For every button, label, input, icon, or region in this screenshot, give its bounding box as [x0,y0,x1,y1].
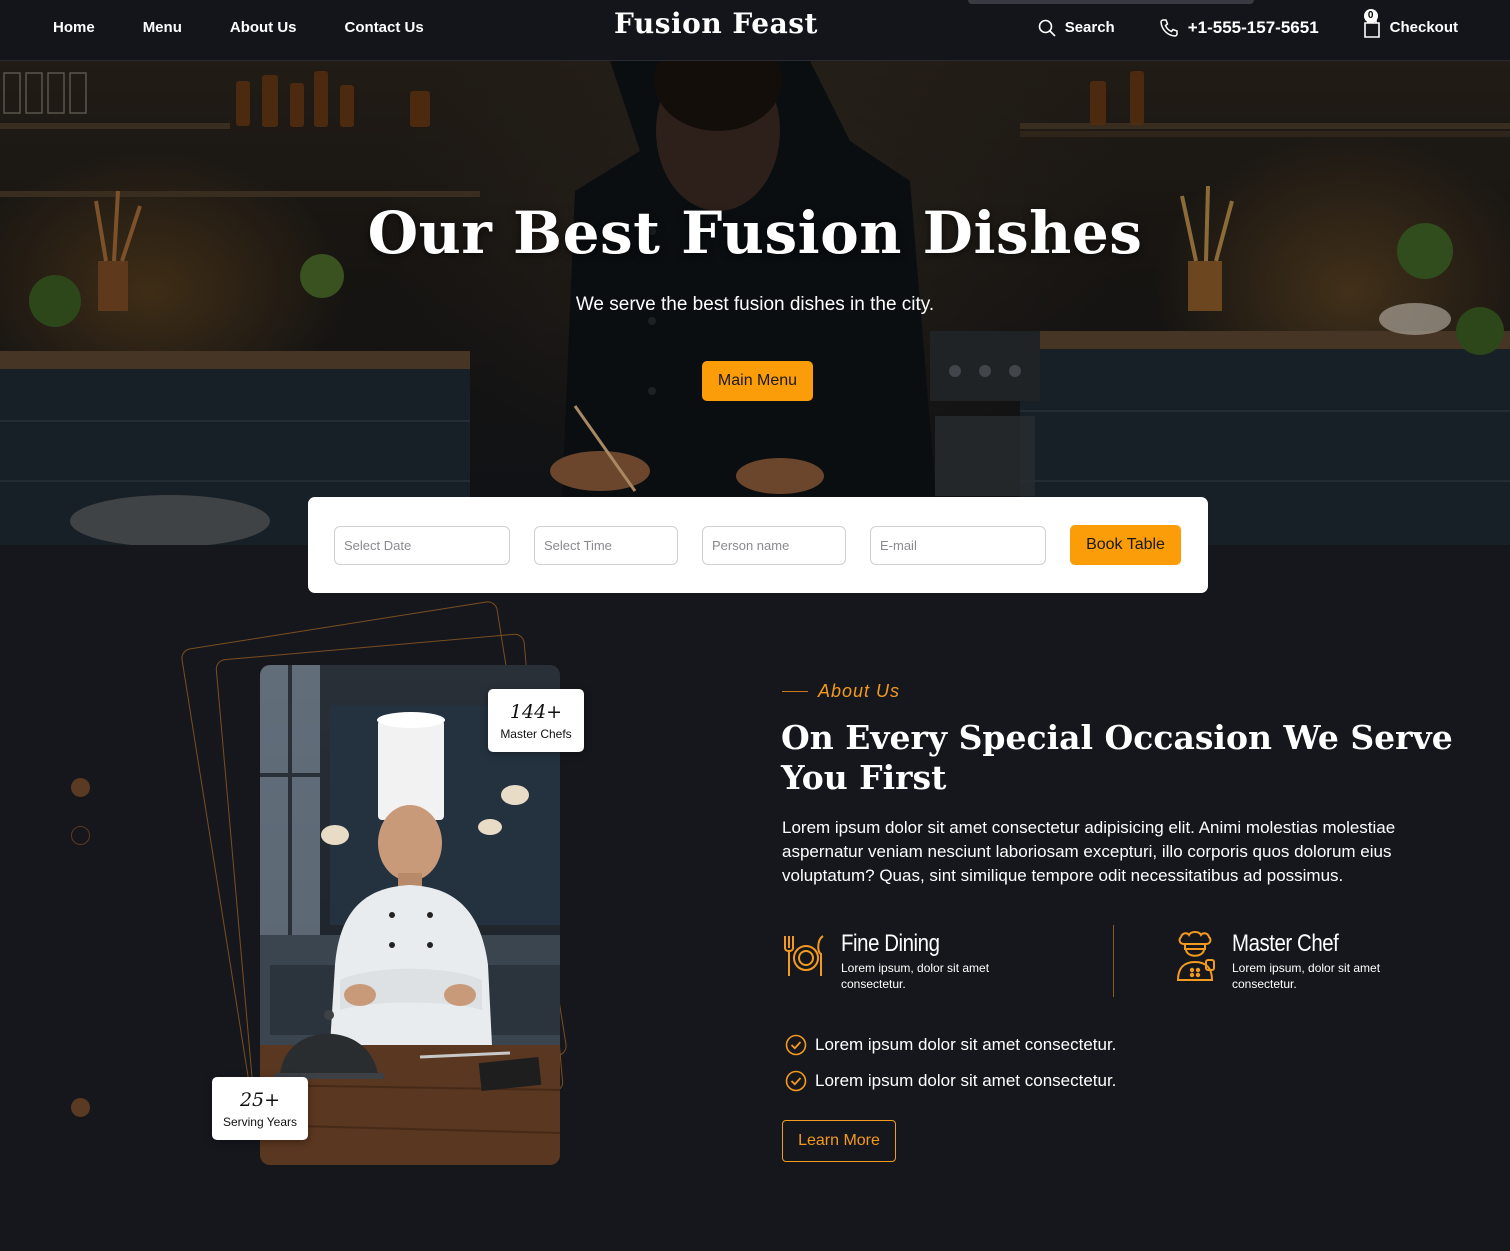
checkout-button[interactable]: 0 Checkout [1363,8,1458,39]
feature-divider [1113,925,1114,997]
checklist-text: Lorem ipsum dolor sit amet consectetur. [815,1071,1117,1090]
brand-logo[interactable]: Fusion Feast [614,7,818,40]
hero-subtitle: We serve the best fusion dishes in the c… [575,294,935,315]
person-name-field[interactable] [702,526,846,565]
about-title: On Every Special Occasion We Serve You F… [781,718,1453,797]
decor-dot-filled-bottom [71,1098,90,1117]
dining-plate-icon [784,935,824,976]
main-menu-button[interactable]: Main Menu [702,361,813,401]
nav-home[interactable]: Home [53,19,95,36]
check-circle-icon [785,1034,807,1056]
master-chefs-label: Master Chefs [500,727,572,741]
book-table-button[interactable]: Book Table [1070,525,1181,565]
decor-dot-outline [71,826,90,845]
chef-icon [1176,931,1215,981]
serving-years-stat-card: 25+ Serving Years [212,1077,308,1140]
nav-menu[interactable]: Menu [143,19,182,36]
master-chefs-stat-card: 144+ Master Chefs [488,689,584,752]
hero-section: Our Best Fusion Dishes We serve the best… [0,61,1510,545]
checklist-item: Lorem ipsum dolor sit amet consectetur. [785,1034,1116,1056]
check-circle-icon [785,1070,807,1092]
search-button[interactable]: Search [1038,19,1115,37]
feature-master-chef-text: Master Chef Lorem ipsum, dolor sit amet … [1232,930,1422,992]
feature-fine-dining-desc: Lorem ipsum, dolor sit amet consectetur. [841,961,990,991]
cart-count-badge: 0 [1363,8,1378,23]
nav-contact-us[interactable]: Contact Us [345,19,424,36]
hero-title: Our Best Fusion Dishes [367,199,1143,267]
email-field[interactable] [870,526,1046,565]
decor-dot-filled [71,778,90,797]
header-actions: Search +1-555-157-5651 0 Checkout [1038,0,1458,55]
main-nav: Home Menu About Us Contact Us [53,0,424,55]
checklist-item: Lorem ipsum dolor sit amet consectetur. [785,1070,1116,1092]
feature-fine-dining-title: Fine Dining [841,930,940,957]
checkout-label: Checkout [1389,19,1458,36]
master-chefs-value: 144+ [509,701,563,723]
phone-number: +1-555-157-5651 [1187,17,1319,37]
about-eyebrow: About Us [782,681,900,702]
phone-icon [1159,18,1178,37]
phone-link[interactable]: +1-555-157-5651 [1159,18,1319,38]
date-field[interactable] [334,526,510,565]
booking-form: Book Table [308,497,1208,593]
time-field[interactable] [534,526,678,565]
checklist-text: Lorem ipsum dolor sit amet consectetur. [815,1035,1117,1054]
feature-fine-dining: Fine Dining Lorem ipsum, dolor sit amet … [781,930,1031,992]
about-body: Lorem ipsum dolor sit amet consectetur a… [782,818,1396,885]
feature-master-chef-title: Master Chef [1232,930,1339,957]
eyebrow-line [782,691,808,692]
learn-more-button[interactable]: Learn More [782,1120,896,1162]
serving-years-label: Serving Years [222,1115,298,1129]
feature-master-chef: Master Chef Lorem ipsum, dolor sit amet … [1172,930,1422,992]
feature-master-chef-desc: Lorem ipsum, dolor sit amet consectetur. [1232,961,1381,991]
site-header: Home Menu About Us Contact Us Fusion Fea… [0,0,1510,61]
feature-fine-dining-text: Fine Dining Lorem ipsum, dolor sit amet … [841,930,1031,992]
nav-about-us[interactable]: About Us [230,19,297,36]
search-icon [1038,19,1056,37]
serving-years-value: 25+ [239,1089,281,1111]
eyebrow-text: About Us [818,681,901,701]
search-label: Search [1064,19,1115,36]
cart: 0 [1363,8,1381,39]
